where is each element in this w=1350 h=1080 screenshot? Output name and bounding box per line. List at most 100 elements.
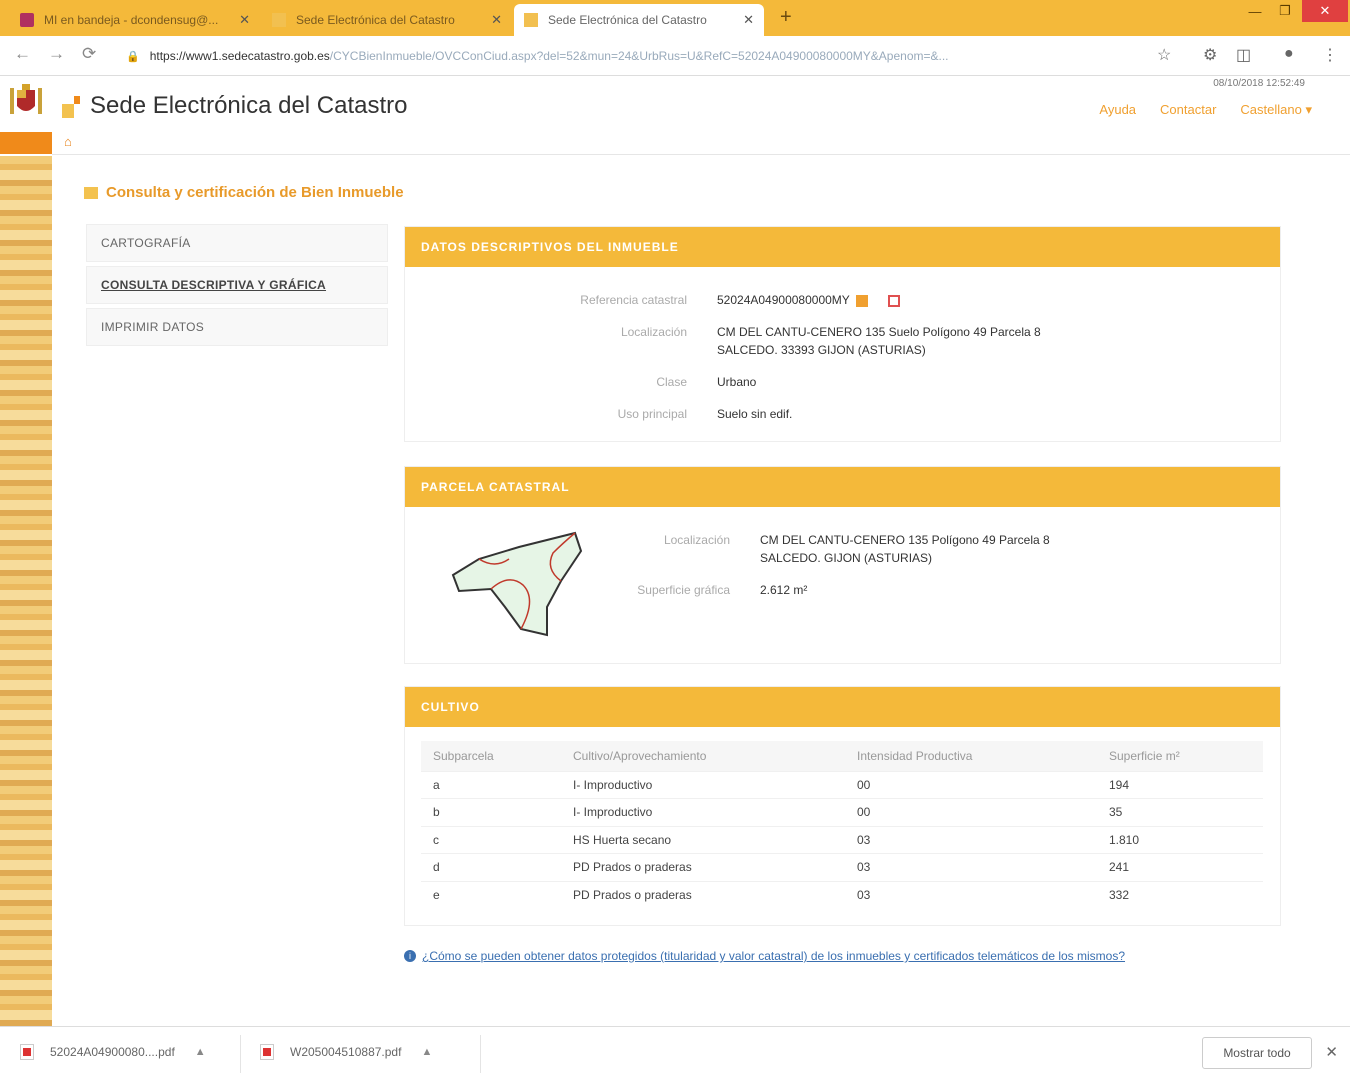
menu-kebab-icon[interactable]: ⋮ bbox=[1322, 45, 1338, 65]
account-icon[interactable]: ● bbox=[1284, 45, 1294, 63]
copy-icon[interactable] bbox=[855, 294, 868, 307]
maximize-button[interactable]: ❐ bbox=[1270, 0, 1300, 22]
cell: 241 bbox=[1097, 853, 1263, 881]
cell: 1.810 bbox=[1097, 825, 1263, 854]
tab-catastro-2[interactable]: Sede Electrónica del Catastro ✕ bbox=[514, 4, 764, 36]
parcela-loc-line1: CM DEL CANTU-CENERO 135 Polígono 49 Parc… bbox=[760, 533, 1050, 547]
tab-title: Sede Electrónica del Catastro bbox=[548, 13, 707, 27]
tab-catastro-1[interactable]: Sede Electrónica del Catastro ✕ bbox=[262, 4, 512, 36]
chevron-up-icon[interactable]: ▲ bbox=[421, 1046, 432, 1058]
contact-link[interactable]: Contactar bbox=[1160, 102, 1216, 118]
tab-title: Sede Electrónica del Catastro bbox=[296, 13, 455, 27]
close-icon[interactable]: ✕ bbox=[743, 12, 754, 28]
cell: a bbox=[421, 770, 561, 799]
loc-line1: CM DEL CANTU-CENERO 135 Suelo Polígono 4… bbox=[717, 325, 1041, 339]
uso-value: Suelo sin edif. bbox=[717, 407, 793, 421]
table-row: d PD Prados o praderas 03 241 bbox=[421, 853, 1263, 881]
url-host: https://www1.sedecatastro.gob.es bbox=[149, 49, 330, 63]
panel-header: PARCELA CATASTRAL bbox=[405, 467, 1280, 507]
map-icon[interactable] bbox=[887, 294, 900, 307]
close-icon[interactable]: ✕ bbox=[491, 12, 502, 28]
lock-icon: 🔒 bbox=[126, 50, 140, 63]
site-title: Sede Electrónica del Catastro bbox=[90, 92, 408, 119]
ref-label: Referencia catastral bbox=[580, 293, 687, 307]
minimize-button[interactable]: — bbox=[1240, 0, 1270, 22]
url-field[interactable]: 🔒 https://www1.sedecatastro.gob.es /CYCB… bbox=[118, 43, 1148, 69]
download-shelf: 52024A04900080....pdf ▲ W205004510887.pd… bbox=[0, 1026, 1350, 1080]
cell: 194 bbox=[1097, 770, 1263, 799]
cell: 03 bbox=[845, 880, 1097, 909]
sup-label: Superficie gráfica bbox=[637, 583, 730, 597]
page-content: 08/10/2018 12:52:49 Sede Electrónica del… bbox=[0, 76, 1350, 1026]
server-datetime: 08/10/2018 12:52:49 bbox=[1213, 78, 1305, 89]
cultivo-table: Subparcela Cultivo/Aprovechamiento Inten… bbox=[421, 741, 1263, 909]
info-icon: i bbox=[404, 950, 416, 962]
cell: 03 bbox=[845, 853, 1097, 881]
menu-item-cartografia[interactable]: CARTOGRAFÍA bbox=[86, 224, 388, 262]
spain-crest-icon bbox=[10, 84, 42, 114]
help-link[interactable]: Ayuda bbox=[1099, 102, 1136, 118]
side-strip-accent bbox=[0, 132, 52, 154]
cell: 35 bbox=[1097, 798, 1263, 826]
address-bar: ← → ⟳ 🔒 https://www1.sedecatastro.gob.es… bbox=[0, 36, 1350, 76]
window-close-button[interactable]: ✕ bbox=[1302, 0, 1348, 22]
cell: HS Huerta secano bbox=[561, 825, 845, 854]
browser-tab-bar: MI en bandeja - dcondensug@... ✕ Sede El… bbox=[0, 0, 1350, 36]
sup-value: 2.612 m² bbox=[760, 583, 808, 597]
reload-icon[interactable]: ⟳ bbox=[82, 44, 96, 64]
table-row: b I- Improductivo 00 35 bbox=[421, 798, 1263, 826]
panel-header: CULTIVO bbox=[405, 687, 1280, 727]
cell: c bbox=[421, 825, 561, 854]
cell: PD Prados o praderas bbox=[561, 853, 845, 881]
ref-value: 52024A04900080000MY bbox=[717, 293, 850, 307]
col-subparcela: Subparcela bbox=[421, 741, 561, 771]
panel-datos-descriptivos: DATOS DESCRIPTIVOS DEL INMUEBLE Referenc… bbox=[404, 226, 1281, 442]
clase-value: Urbano bbox=[717, 375, 757, 389]
folder-icon bbox=[84, 186, 98, 199]
extension-icon[interactable]: ⚙ bbox=[1203, 45, 1217, 65]
tab-title: MI en bandeja - dcondensug@... bbox=[44, 13, 219, 27]
menu-item-imprimir[interactable]: IMPRIMIR DATOS bbox=[86, 308, 388, 346]
menu-item-consulta[interactable]: CONSULTA DESCRIPTIVA Y GRÁFICA bbox=[86, 266, 388, 304]
language-select[interactable]: Castellano ▾ bbox=[1240, 102, 1312, 118]
url-path: /CYCBienInmueble/OVCConCiud.aspx?del=52&… bbox=[329, 49, 949, 63]
protected-data-link[interactable]: ¿Cómo se pueden obtener datos protegidos… bbox=[422, 949, 1125, 963]
cell: 03 bbox=[845, 825, 1097, 854]
parcela-loc-line2: SALCEDO. GIJON (ASTURIAS) bbox=[760, 551, 933, 565]
chevron-up-icon[interactable]: ▲ bbox=[195, 1046, 206, 1058]
uso-label: Uso principal bbox=[617, 407, 687, 421]
cell: d bbox=[421, 853, 561, 881]
pocket-icon[interactable]: ◫ bbox=[1236, 45, 1251, 65]
cell: I- Improductivo bbox=[561, 798, 845, 826]
panel-header: DATOS DESCRIPTIVOS DEL INMUEBLE bbox=[405, 227, 1280, 267]
back-arrow-icon[interactable]: ← bbox=[14, 44, 31, 64]
protected-data-help: i ¿Cómo se pueden obtener datos protegid… bbox=[404, 949, 1125, 963]
download-item[interactable]: 52024A04900080....pdf ▲ bbox=[20, 1044, 206, 1060]
cell: 332 bbox=[1097, 880, 1263, 909]
home-icon[interactable]: ⌂ bbox=[64, 134, 72, 149]
close-icon[interactable]: ✕ bbox=[239, 12, 250, 28]
header-links: Ayuda Contactar Castellano ▾ bbox=[1099, 102, 1312, 118]
cell: I- Improductivo bbox=[561, 770, 845, 799]
close-icon[interactable]: ✕ bbox=[1325, 1043, 1338, 1061]
catastro-favicon-icon bbox=[524, 13, 538, 27]
table-row: e PD Prados o praderas 03 332 bbox=[421, 880, 1263, 909]
show-all-button[interactable]: Mostrar todo bbox=[1202, 1037, 1312, 1069]
clase-label: Clase bbox=[656, 375, 687, 389]
cell: 00 bbox=[845, 798, 1097, 826]
download-item[interactable]: W205004510887.pdf ▲ bbox=[260, 1044, 432, 1060]
new-tab-button[interactable]: + bbox=[780, 6, 792, 29]
page-title: Consulta y certificación de Bien Inmuebl… bbox=[84, 184, 404, 201]
col-intensidad: Intensidad Productiva bbox=[845, 741, 1097, 771]
left-menu: CARTOGRAFÍA CONSULTA DESCRIPTIVA Y GRÁFI… bbox=[86, 224, 388, 350]
cell: PD Prados o praderas bbox=[561, 880, 845, 909]
divider bbox=[240, 1035, 241, 1073]
side-decorative-strip bbox=[0, 156, 52, 1026]
page-title-text: Consulta y certificación de Bien Inmuebl… bbox=[106, 184, 404, 201]
forward-arrow-icon[interactable]: → bbox=[48, 44, 65, 64]
panel-parcela: PARCELA CATASTRAL Localización CM DEL CA… bbox=[404, 466, 1281, 664]
catastro-logo-icon bbox=[62, 96, 80, 118]
loc-line2: SALCEDO. 33393 GIJON (ASTURIAS) bbox=[717, 343, 926, 357]
tab-mail[interactable]: MI en bandeja - dcondensug@... ✕ bbox=[10, 4, 260, 36]
star-icon[interactable]: ☆ bbox=[1157, 45, 1171, 65]
